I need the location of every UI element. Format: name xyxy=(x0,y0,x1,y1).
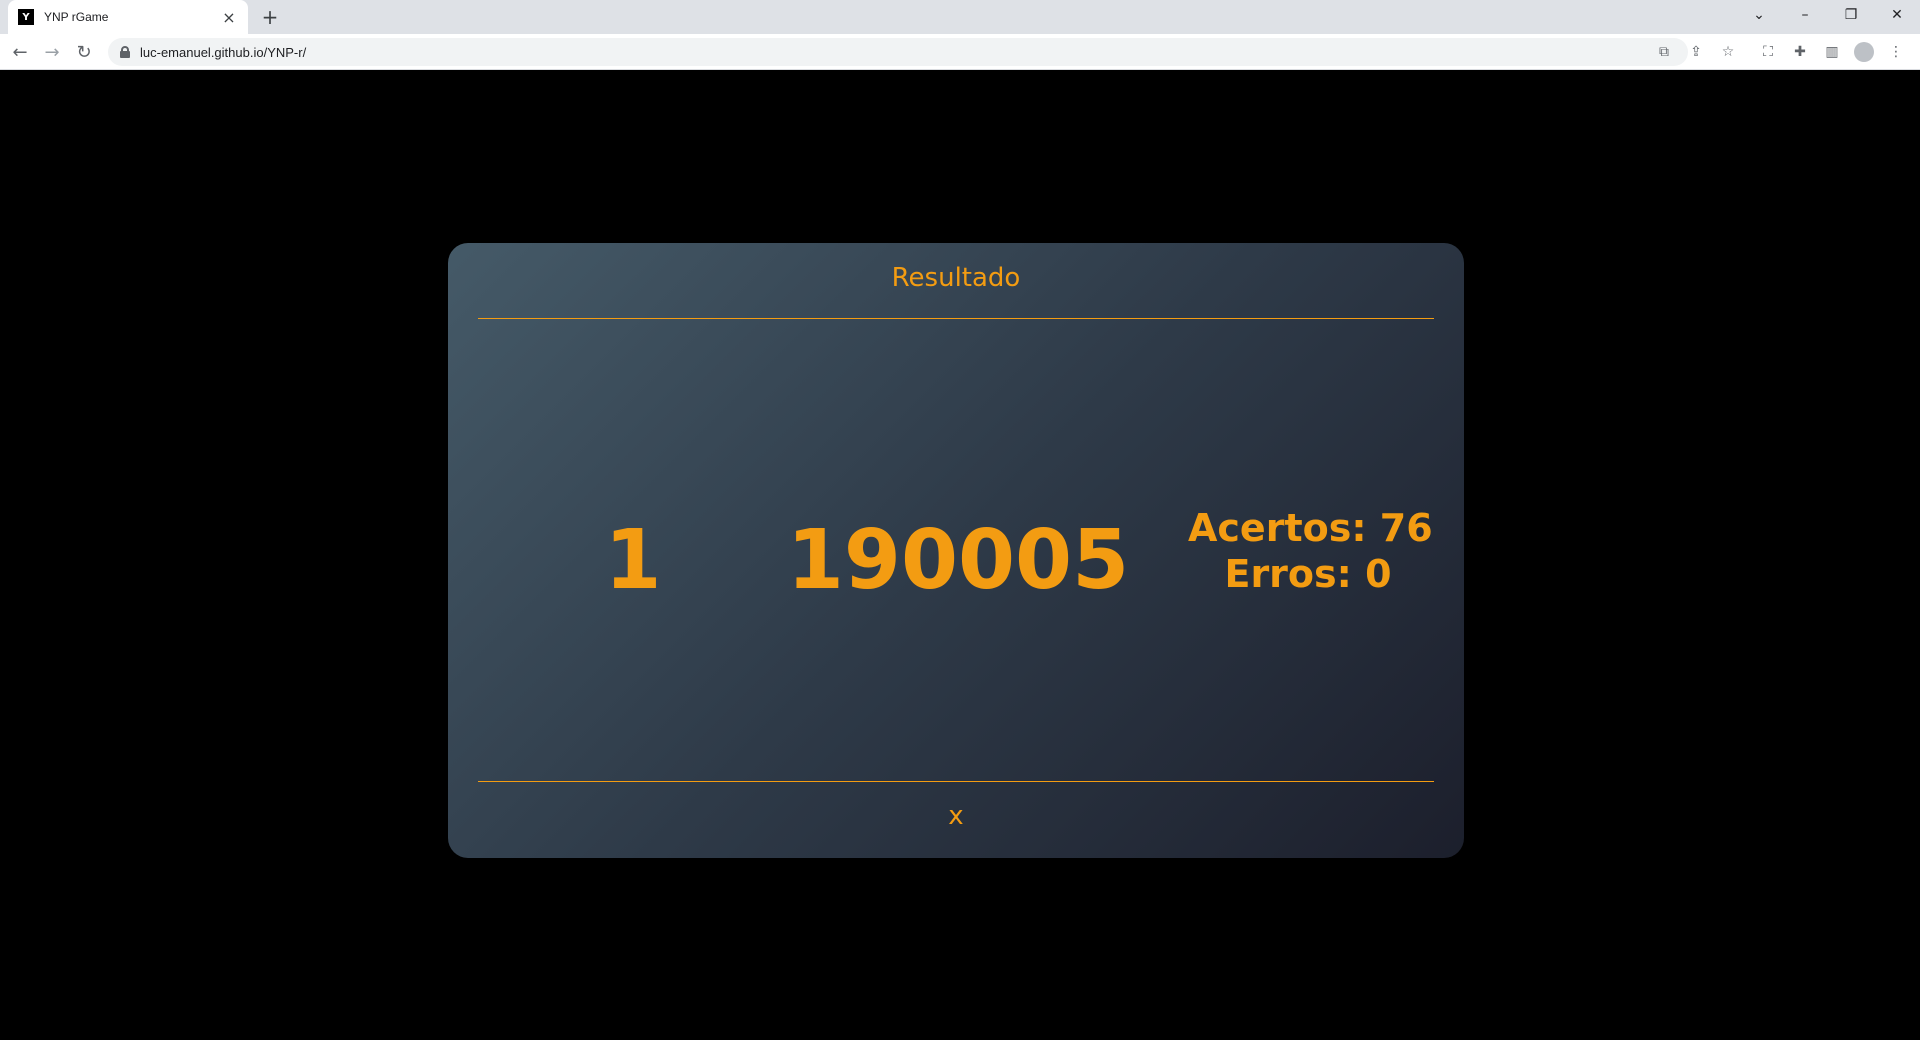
screenshot-icon[interactable]: ⛶ xyxy=(1756,40,1780,64)
restore-button[interactable]: ❐ xyxy=(1828,0,1874,30)
extensions-icon[interactable]: ✚ xyxy=(1788,40,1812,64)
top-divider xyxy=(478,318,1434,319)
tab-strip: Y YNP rGame × + ⌄ – ❐ ✕ xyxy=(0,0,1920,34)
profile-icon[interactable] xyxy=(1852,40,1876,64)
result-modal: Resultado 1 190005 Acertos: 76 Erros: 0 … xyxy=(448,243,1464,858)
tab-search-icon[interactable]: ⌄ xyxy=(1736,0,1782,30)
tab-active[interactable]: Y YNP rGame × xyxy=(8,0,248,34)
stats-block: Acertos: 76 Erros: 0 xyxy=(1188,505,1433,597)
reload-icon[interactable]: ↻ xyxy=(72,40,96,64)
share-icon[interactable]: ⇪ xyxy=(1684,40,1708,64)
page-viewport: Resultado 1 190005 Acertos: 76 Erros: 0 … xyxy=(0,71,1920,1040)
hits-count: Acertos: 76 xyxy=(1188,506,1433,550)
favicon-icon: Y xyxy=(18,9,34,25)
tab-close-icon[interactable]: × xyxy=(220,8,238,27)
forward-icon[interactable]: → xyxy=(40,40,64,64)
star-icon[interactable]: ☆ xyxy=(1716,40,1740,64)
sidepanel-icon[interactable]: ▥ xyxy=(1820,40,1844,64)
back-icon[interactable]: ← xyxy=(8,40,32,64)
new-tab-button[interactable]: + xyxy=(258,6,282,28)
close-button[interactable]: x xyxy=(931,801,981,831)
score-value: 190005 xyxy=(786,513,1130,608)
minimize-button[interactable]: – xyxy=(1782,0,1828,30)
errors-count: Erros: 0 xyxy=(1224,552,1392,596)
bottom-divider xyxy=(478,781,1434,782)
modal-title: Resultado xyxy=(891,263,1021,293)
menu-icon[interactable]: ⋮ xyxy=(1884,40,1908,64)
browser-toolbar: ← → ↻ luc-emanuel.github.io/YNP-r/ ⧉ ⇪ ☆… xyxy=(0,34,1920,70)
close-window-button[interactable]: ✕ xyxy=(1874,0,1920,30)
level-value: 1 xyxy=(604,513,662,608)
tab-title: YNP rGame xyxy=(44,10,109,24)
url-text: luc-emanuel.github.io/YNP-r/ xyxy=(140,44,307,60)
lock-icon xyxy=(120,46,130,58)
translate-icon[interactable]: ⧉ xyxy=(1652,40,1676,64)
address-bar[interactable]: luc-emanuel.github.io/YNP-r/ xyxy=(108,38,1688,66)
